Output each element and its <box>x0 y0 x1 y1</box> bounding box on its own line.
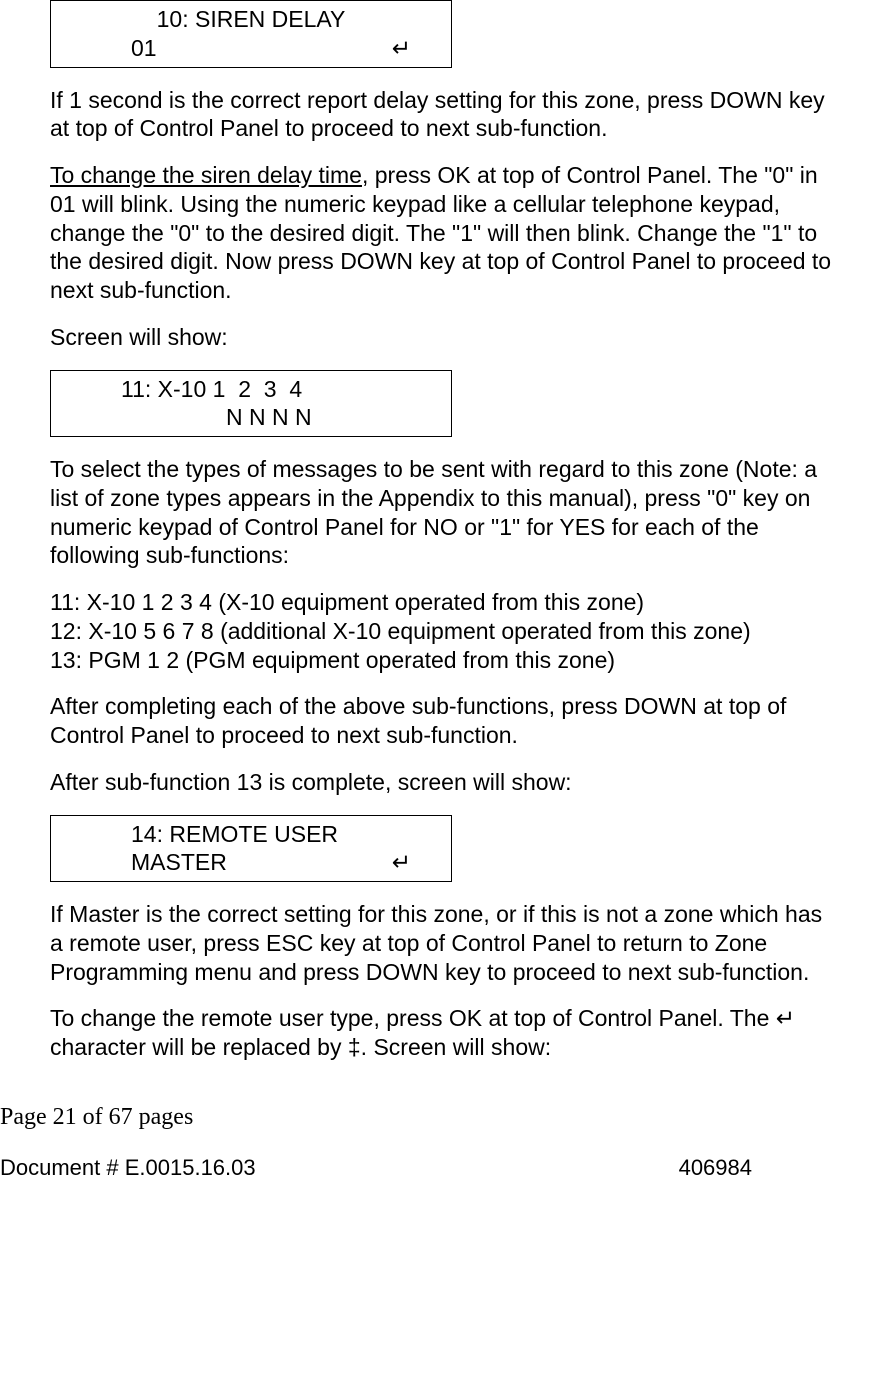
enter-icon: ↵ <box>392 848 411 877</box>
sub-function-list: 11: X-10 1 2 3 4 (X-10 equipment operate… <box>50 588 834 674</box>
lcd-line: 10: SIREN DELAY <box>61 5 441 34</box>
list-item: 13: PGM 1 2 (PGM equipment operated from… <box>50 647 615 673</box>
page-number: Page 21 of 67 pages <box>0 1102 872 1132</box>
enter-icon: ↵ <box>392 34 411 63</box>
paragraph: To select the types of messages to be se… <box>50 455 834 570</box>
paragraph: Screen will show: <box>50 323 834 352</box>
lcd-line: MASTER ↵ <box>61 848 441 877</box>
paragraph: If Master is the correct setting for thi… <box>50 900 834 986</box>
paragraph: To change the remote user type, press OK… <box>50 1004 834 1062</box>
lcd-value-left: MASTER <box>131 848 227 877</box>
document-id-row: Document # E.0015.16.03 406984 <box>0 1154 872 1182</box>
lcd-line: 14: REMOTE USER <box>61 820 441 849</box>
lcd-line: N N N N <box>61 403 441 432</box>
underlined-text: To change the siren delay time <box>50 162 362 188</box>
list-item: 11: X-10 1 2 3 4 (X-10 equipment operate… <box>50 589 644 615</box>
lcd-display-14: 14: REMOTE USER MASTER ↵ <box>50 815 452 883</box>
lcd-line: 01 ↵ <box>61 34 441 63</box>
paragraph: To change the siren delay time, press OK… <box>50 161 834 305</box>
document-number: 406984 <box>679 1154 752 1182</box>
page-body: 10: SIREN DELAY 01 ↵ If 1 second is the … <box>0 0 884 1062</box>
paragraph: If 1 second is the correct report delay … <box>50 86 834 144</box>
document-id: Document # E.0015.16.03 <box>0 1154 256 1182</box>
paragraph: After completing each of the above sub-f… <box>50 692 834 750</box>
lcd-line: 11: X-10 1 2 3 4 <box>61 375 441 404</box>
lcd-display-11: 11: X-10 1 2 3 4 N N N N <box>50 370 452 438</box>
page-footer: Page 21 of 67 pages Document # E.0015.16… <box>0 1102 884 1182</box>
lcd-value-left: 01 <box>131 34 157 63</box>
list-item: 12: X-10 5 6 7 8 (additional X-10 equipm… <box>50 618 751 644</box>
paragraph: After sub-function 13 is complete, scree… <box>50 768 834 797</box>
lcd-display-10: 10: SIREN DELAY 01 ↵ <box>50 0 452 68</box>
